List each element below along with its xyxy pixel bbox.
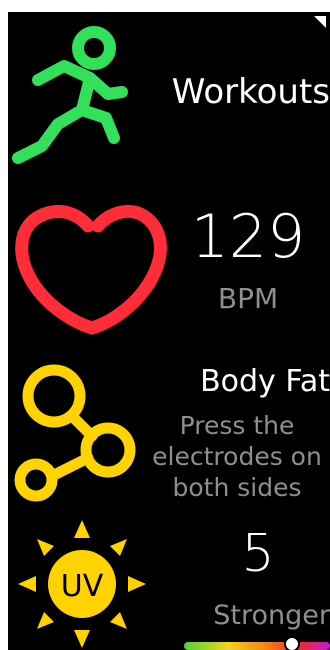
heart-rate-card[interactable]: 129 BPM xyxy=(8,190,330,350)
workouts-card[interactable]: Workouts xyxy=(8,12,330,182)
uv-level: Stronger xyxy=(213,600,330,631)
sun-uv-icon: UV xyxy=(18,520,146,648)
watch-screen: Workouts 129 BPM Body Fat Press the elec… xyxy=(8,12,330,650)
heart-rate-value: 129 xyxy=(190,202,306,272)
running-person-icon xyxy=(12,26,128,164)
body-fat-hint: Press the electrodes on both sides xyxy=(152,411,322,502)
uv-card[interactable]: UV 5 Stronger xyxy=(8,512,330,650)
workouts-label: Workouts xyxy=(171,72,330,112)
uv-level-bar xyxy=(184,642,330,650)
uv-level-marker xyxy=(284,636,301,650)
heart-rate-unit: BPM xyxy=(217,282,279,315)
uv-icon-text: UV xyxy=(61,569,104,604)
body-fat-title: Body Fat xyxy=(200,364,330,399)
body-fat-card[interactable]: Body Fat Press the electrodes on both si… xyxy=(8,352,330,517)
molecule-icon xyxy=(14,364,136,502)
heart-icon xyxy=(15,205,167,335)
uv-value: 5 xyxy=(241,524,275,584)
